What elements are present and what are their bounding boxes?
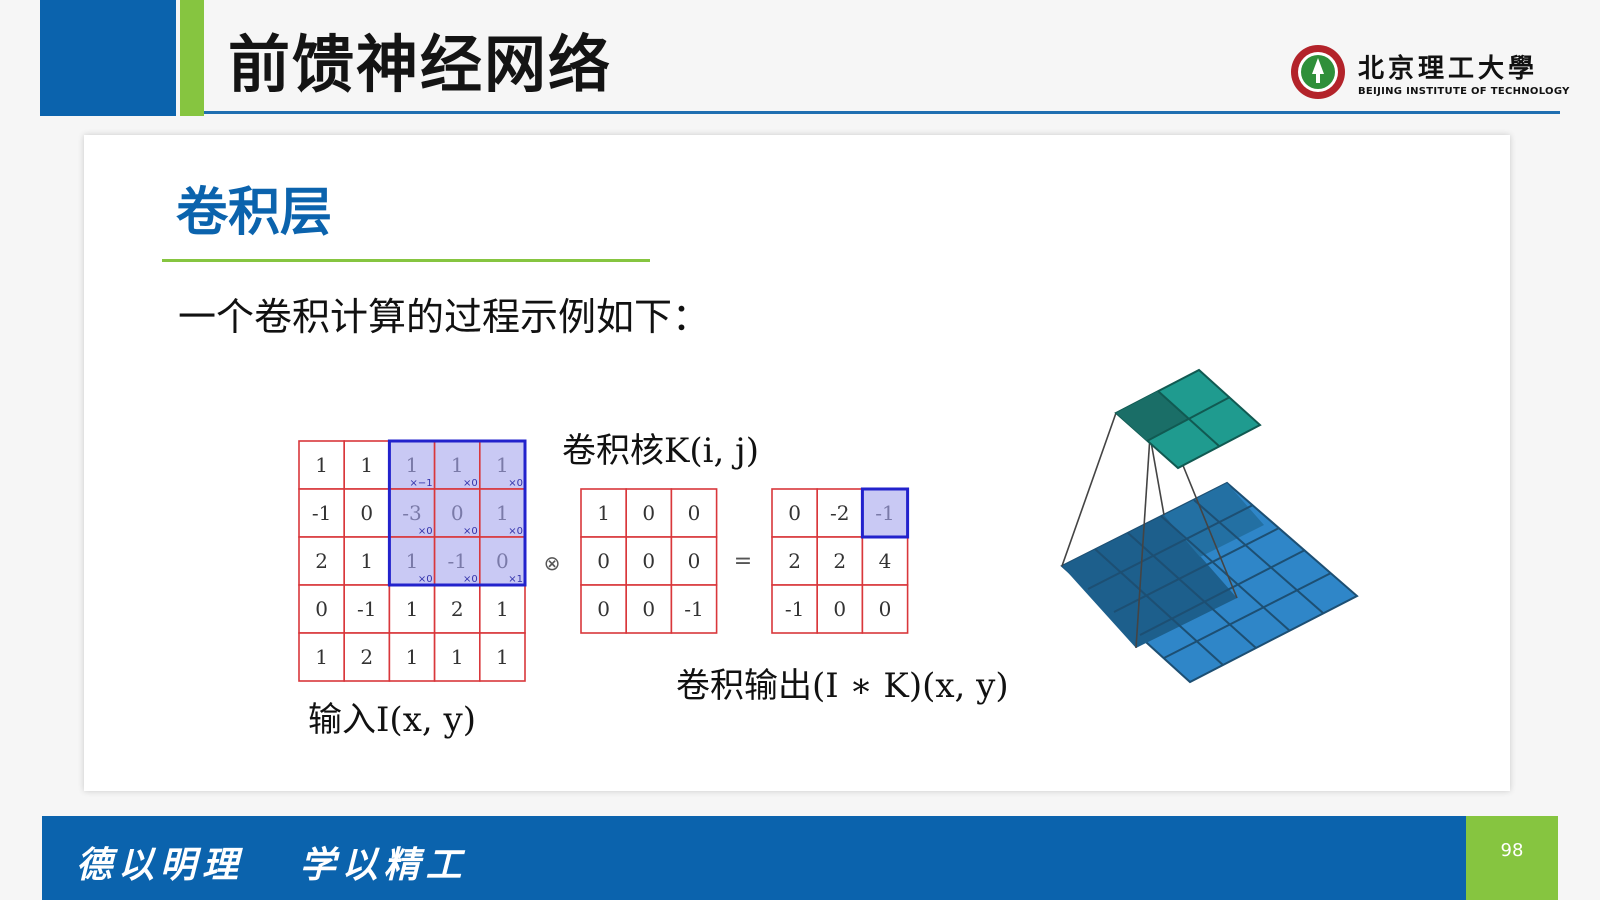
kernel-value: 0	[688, 501, 701, 525]
kernel-value: 0	[642, 549, 655, 573]
output-highlight-value: -1	[875, 501, 894, 525]
kernel-value: 1	[597, 501, 610, 525]
input-value: 1	[406, 549, 419, 573]
output-value: -1	[785, 597, 804, 621]
input-value: 2	[360, 645, 373, 669]
output-value: 0	[833, 597, 846, 621]
output-value: 0	[879, 597, 892, 621]
kernel-weight-label: ×−1	[409, 478, 432, 489]
kernel-weight-label: ×1	[508, 574, 523, 585]
output-value: 0	[788, 501, 801, 525]
kernel-matrix: 1 0 0 0 0 0 0 0 -1	[580, 488, 718, 634]
kernel-value: -1	[684, 597, 703, 621]
kernel-weight-label: ×0	[463, 478, 478, 489]
input-value: 1	[451, 453, 464, 477]
input-value: -3	[402, 501, 421, 525]
input-value: 1	[315, 645, 328, 669]
output-value: -2	[830, 501, 849, 525]
input-value: 2	[451, 597, 464, 621]
output-value: 2	[788, 549, 801, 573]
convolution-diagram: 1 1 1 1 1-1 0 -3 0 12 1 1 -1 00 -1 1 2 11 2 1 1 1×−1 ×0 ×0×0 ×0…	[298, 368, 1359, 740]
kernel-weight-label: ×0	[418, 574, 433, 585]
input-value: 2	[315, 549, 328, 573]
equals-operator: =	[734, 549, 752, 574]
output-value: 2	[833, 549, 846, 573]
convolve-operator: ⊗	[544, 551, 561, 575]
input-caption: 输入I(x, y)	[308, 700, 476, 740]
input-value: -1	[447, 549, 466, 573]
kernel-weight-label: ×0	[508, 478, 523, 489]
output-value: 4	[879, 549, 892, 573]
input-value: 0	[451, 501, 464, 525]
kernel-value: 0	[597, 597, 610, 621]
input-value: 1	[315, 453, 328, 477]
input-value: 0	[315, 597, 328, 621]
input-value: 1	[496, 645, 509, 669]
receptive-field-illustration	[1060, 368, 1359, 684]
kernel-weight-label: ×0	[463, 526, 478, 537]
kernel-caption: 卷积核K(i, j)	[562, 431, 759, 471]
kernel-value: 0	[642, 501, 655, 525]
input-value: 1	[496, 453, 509, 477]
input-value: 1	[360, 453, 373, 477]
input-value: 1	[451, 645, 464, 669]
input-value: 1	[496, 501, 509, 525]
input-value: 1	[406, 597, 419, 621]
output-caption: 卷积输出(I ∗ K)(x, y)	[676, 666, 1009, 706]
kernel-value: 0	[688, 549, 701, 573]
input-value: -1	[312, 501, 331, 525]
output-matrix: 0-2-1224-100-1	[771, 487, 910, 634]
kernel-value: 0	[642, 597, 655, 621]
kernel-weight-label: ×0	[463, 574, 478, 585]
input-value: 1	[406, 645, 419, 669]
input-value: 1	[406, 453, 419, 477]
page-number: 98	[1500, 840, 1524, 861]
input-value: 0	[360, 501, 373, 525]
kernel-weight-label: ×0	[508, 526, 523, 537]
input-value: 1	[496, 597, 509, 621]
kernel-value: 0	[597, 549, 610, 573]
kernel-weight-label: ×0	[418, 526, 433, 537]
input-value: 1	[360, 549, 373, 573]
input-value: 0	[496, 549, 509, 573]
input-matrix: 1 1 1 1 1-1 0 -3 0 12 1 1 -1 00 -1 1 2 11 2 1 1 1×−1 ×0 ×0×0 ×0…	[298, 439, 527, 682]
input-value: -1	[357, 597, 376, 621]
footer-motto: 德以明理 学以精工	[76, 844, 468, 886]
